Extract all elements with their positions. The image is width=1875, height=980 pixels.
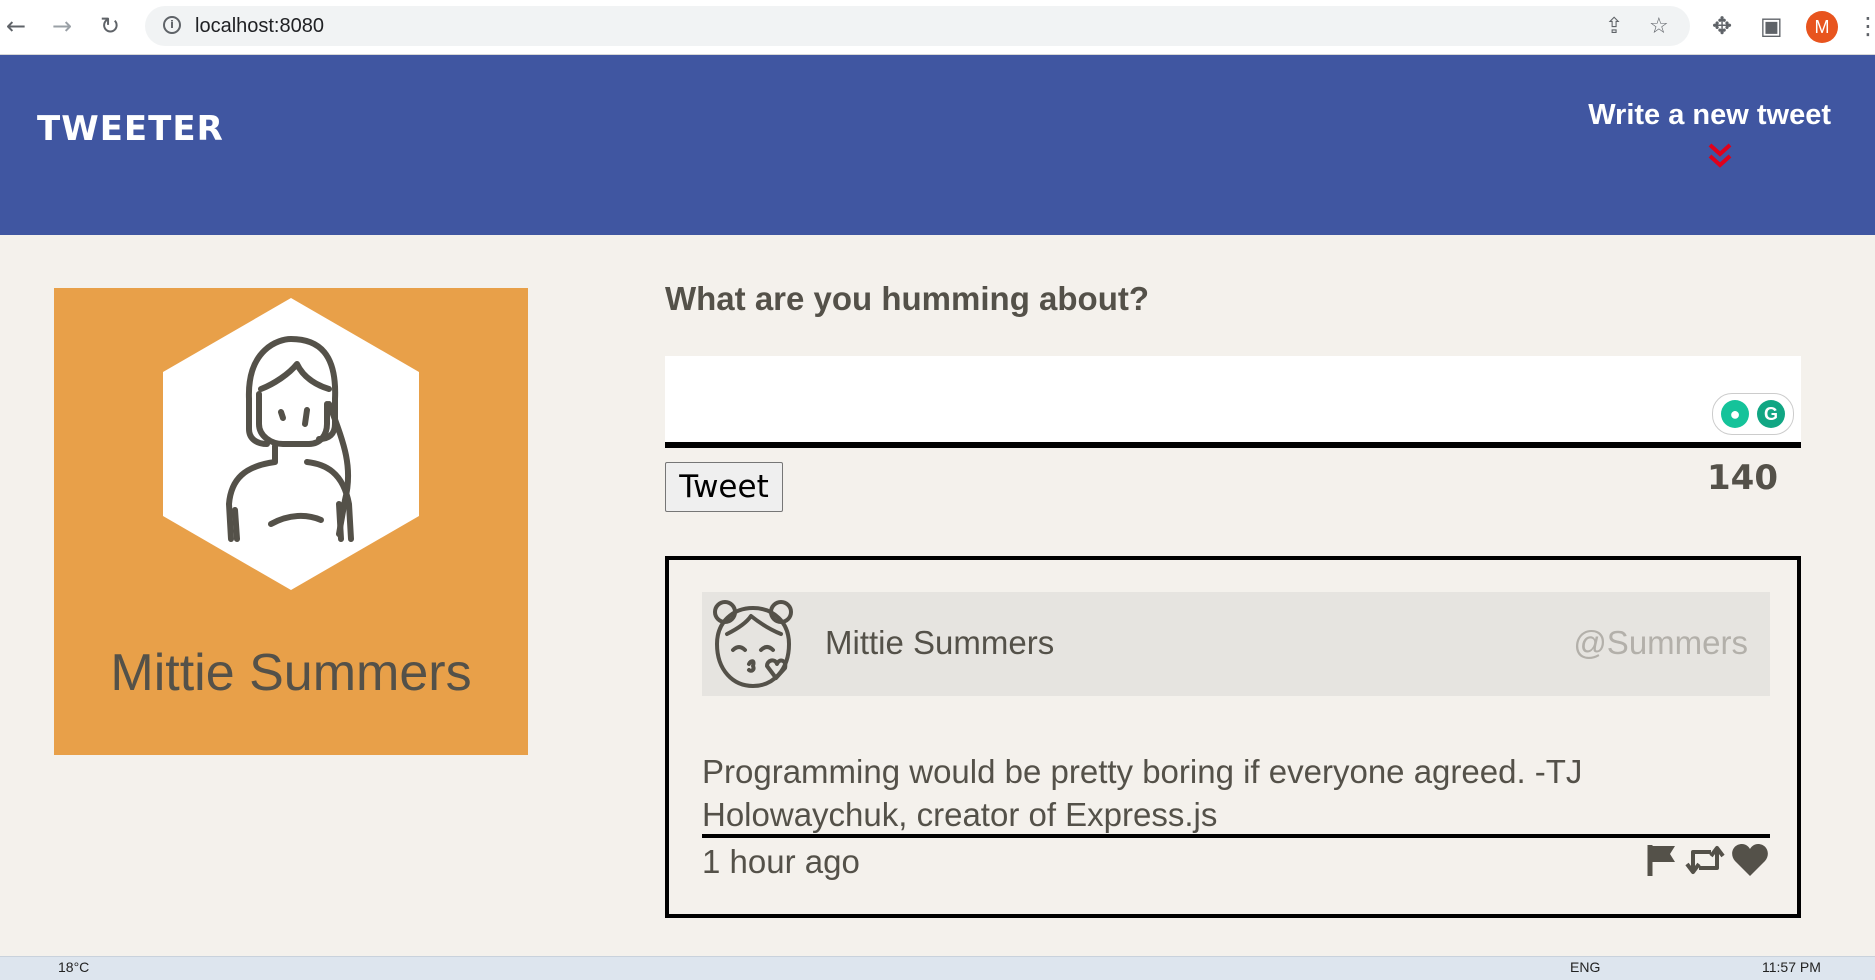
profile-card: Mittie Summers bbox=[54, 288, 528, 755]
forward-arrow-icon[interactable]: → bbox=[48, 12, 76, 40]
menu-icon[interactable]: ⋮ bbox=[1856, 12, 1875, 40]
extensions-icon[interactable]: ✥ bbox=[1712, 12, 1732, 40]
tweet-timestamp: 1 hour ago bbox=[702, 843, 860, 880]
tweet-author-name: Mittie Summers bbox=[825, 624, 1055, 661]
side-panel-icon[interactable]: ▣ bbox=[1760, 12, 1783, 40]
profile-name: Mittie Summers bbox=[110, 644, 472, 702]
retweet-icon[interactable] bbox=[1685, 842, 1725, 882]
address-bar[interactable]: i localhost:8080 ⇪ ☆ bbox=[145, 6, 1690, 46]
tweet-header: Mittie Summers @Summers bbox=[702, 592, 1770, 696]
star-icon[interactable]: ☆ bbox=[1649, 14, 1669, 39]
clock[interactable]: 11:57 PM bbox=[1762, 959, 1821, 975]
weather-readout[interactable]: 18°C bbox=[58, 959, 89, 975]
tweet-divider bbox=[702, 834, 1770, 838]
flag-icon[interactable] bbox=[1645, 842, 1681, 882]
language-indicator[interactable]: ENG bbox=[1570, 959, 1600, 975]
profile-avatar-icon bbox=[163, 298, 419, 590]
write-new-tweet-link[interactable]: Write a new tweet bbox=[1588, 99, 1831, 132]
share-icon[interactable]: ⇪ bbox=[1605, 14, 1623, 39]
tweet-body: Programming would be pretty boring if ev… bbox=[702, 753, 1583, 833]
tweet-textarea[interactable] bbox=[665, 356, 1801, 448]
back-arrow-icon[interactable]: ← bbox=[2, 12, 30, 40]
info-icon[interactable]: i bbox=[163, 16, 181, 34]
lightbulb-icon[interactable]: ● bbox=[1721, 400, 1749, 428]
compose-prompt: What are you humming about? bbox=[665, 280, 1149, 317]
profile-avatar[interactable]: M bbox=[1806, 11, 1838, 43]
os-taskbar: 18°C ENG 11:57 PM bbox=[0, 956, 1875, 980]
url-text[interactable]: localhost:8080 bbox=[195, 15, 324, 38]
grammarly-icon[interactable]: G bbox=[1757, 400, 1785, 428]
app-header: TWEETER Write a new tweet bbox=[0, 55, 1875, 235]
tweet-button[interactable]: Tweet bbox=[665, 462, 783, 512]
browser-toolbar: ← → ↻ i localhost:8080 ⇪ ☆ ✥ ▣ M ⋮ bbox=[0, 0, 1875, 55]
tweet-author-handle: @Summers bbox=[1573, 624, 1748, 661]
tweet-card: Mittie Summers @Summers Programming woul… bbox=[665, 556, 1801, 918]
tweet-avatar-icon bbox=[713, 600, 793, 688]
character-counter: 140 bbox=[1707, 458, 1778, 498]
chevron-double-down-icon[interactable] bbox=[1707, 142, 1733, 170]
reload-icon[interactable]: ↻ bbox=[96, 12, 124, 40]
heart-icon[interactable] bbox=[1731, 842, 1769, 882]
brand-logo[interactable]: TWEETER bbox=[37, 109, 224, 149]
tweet-actions bbox=[1645, 842, 1770, 882]
grammarly-widget[interactable]: ● G bbox=[1712, 393, 1794, 435]
